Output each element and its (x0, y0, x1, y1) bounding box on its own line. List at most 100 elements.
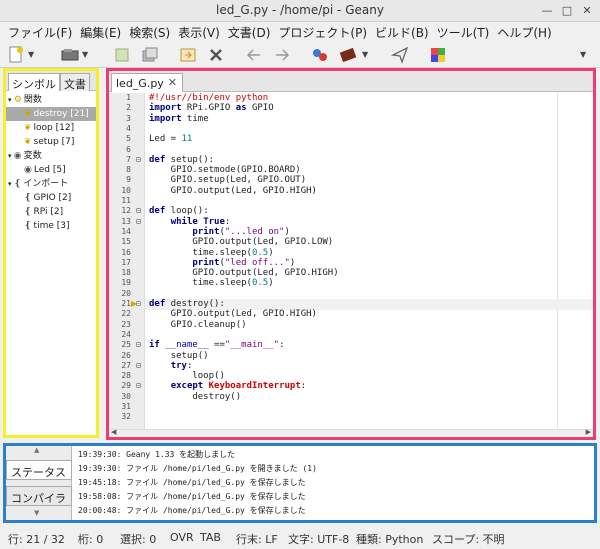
tree-item[interactable]: ❴ GPIO [2] (6, 191, 96, 205)
line-number: 19 (121, 278, 131, 288)
import-icon: ❴ (24, 193, 32, 203)
line-number-gutter: 1 2 3 4 5 6 7 ⊟ 8 9 10 11 12 ⊟ 13 ⊟ 14 15 16 17 18 19 20 21 ⊟ 22 2… (109, 93, 145, 429)
tree-item[interactable]: ❦ setup [7] (6, 135, 96, 149)
tree-item[interactable]: ❦ destroy [21] (6, 107, 96, 121)
menu-item-3[interactable]: 表示(V) (178, 22, 220, 41)
code-line: #!/usr//bin/env python (149, 93, 269, 103)
compile-icon[interactable] (310, 45, 330, 65)
new-dropdown-icon[interactable]: ▼ (28, 45, 48, 65)
line-number: 13 (121, 216, 131, 226)
tab-status[interactable]: ステータス (6, 460, 72, 480)
code-line: except KeyboardInterrupt: (170, 381, 307, 392)
tab-close-icon[interactable]: ✕ (168, 76, 177, 89)
save-icon[interactable] (112, 45, 132, 65)
horizontal-scrollbar[interactable]: ◀ ▶ (109, 428, 593, 437)
menu-item-4[interactable]: 文書(D) (228, 22, 271, 41)
toolbar-overflow-icon[interactable]: ▼ (580, 45, 600, 65)
status-bar: 行: 21 / 32 桁: 0 選択: 0 OVR TAB 行末: LF 文字:… (0, 526, 600, 549)
maximize-icon[interactable]: □ (560, 4, 574, 18)
build-icon[interactable] (338, 45, 358, 65)
code-line: loop() (149, 371, 225, 382)
menu-item-1[interactable]: 編集(E) (80, 22, 121, 41)
menu-item-5[interactable]: プロジェクト(P) (278, 22, 367, 41)
file-tab[interactable]: led_G.py ✕ (111, 73, 183, 92)
import-group-icon: ❴ (13, 179, 22, 189)
import-icon: ❴ (24, 221, 32, 231)
tree-item[interactable]: ◉ Led [5] (6, 163, 96, 177)
save-all-icon[interactable] (140, 45, 160, 65)
open-file-icon[interactable] (60, 45, 80, 65)
code-line: import RPi.GPIO as GPIO (149, 103, 274, 114)
line-number: 26 (121, 350, 131, 360)
tree-item[interactable]: ▾ ❴ インポート (6, 177, 96, 191)
log-line: 19:45:18: ファイル /home/pi/led_G.py を保存しました (78, 478, 306, 487)
tab-documents[interactable]: 文書 (60, 73, 90, 91)
menu-item-6[interactable]: ビルド(B) (375, 22, 429, 41)
code-area[interactable]: #!/usr//bin/env python import RPi.GPIO as… (145, 93, 593, 429)
revert-icon[interactable] (178, 45, 198, 65)
menu-bar: ファイル(F) 編集(E) 検索(S) 表示(V) 文書(D) プロジェクト(P) ビルド(… (0, 22, 600, 42)
fold-marker-icon[interactable]: ⊟ (136, 361, 144, 371)
code-line: import time (149, 113, 209, 124)
file-tab-label: led_G.py (116, 77, 164, 90)
new-file-icon[interactable] (6, 45, 26, 65)
line-number: 12 (121, 206, 131, 216)
code-line: def setup(): (149, 154, 215, 165)
code-line: GPIO.setup(Led, GPIO.OUT) (149, 175, 307, 186)
log-line: 19:39:30: ファイル /home/pi/led_G.py を開きました … (78, 464, 317, 473)
menu-item-0[interactable]: ファイル(F) (8, 22, 72, 41)
function-group-icon: ⚙ (13, 95, 22, 105)
status-log: 19:39:30: Geany 1.33 を起動しました 19:39:30: ファ… (78, 448, 588, 518)
line-number: 7 (126, 154, 131, 164)
tab-symbols[interactable]: シンボル (8, 73, 60, 91)
tree-item[interactable]: ❦ loop [12] (6, 121, 96, 135)
line-number: 8 (126, 165, 131, 175)
expander-icon[interactable]: ▾ (8, 96, 14, 104)
line-number: 25 (121, 340, 131, 350)
toolbar: ▼ ▼ ▼ ▼ (0, 42, 600, 68)
open-dropdown-icon[interactable]: ▼ (82, 45, 102, 65)
fold-marker-icon[interactable]: ⊟ (136, 381, 144, 391)
forward-arrow-icon[interactable] (272, 45, 292, 65)
tree-item[interactable]: ▾ ⚙ 関数 (6, 93, 96, 107)
code-line: GPIO.setmode(GPIO.BOARD) (149, 165, 301, 176)
expander-icon[interactable]: ▾ (8, 152, 14, 160)
log-line: 19:58:08: ファイル /home/pi/led_G.py を保存しました (78, 492, 306, 501)
tree-item-label: time [3] (33, 221, 70, 231)
line-number: 15 (121, 237, 131, 247)
expander-icon[interactable]: ▾ (8, 180, 14, 188)
scroll-left-icon[interactable]: ◀ (111, 428, 116, 436)
fold-marker-icon[interactable]: ⊟ (136, 340, 144, 350)
close-window-icon[interactable]: ✕ (580, 4, 594, 18)
tree-item[interactable]: ❴ time [3] (6, 219, 96, 233)
line-number: 29 (121, 381, 131, 391)
color-chooser-icon[interactable] (428, 45, 448, 65)
line-number: 14 (121, 226, 131, 236)
status-ovr: OVR (170, 531, 194, 544)
fold-marker-icon[interactable]: ⊟ (136, 206, 144, 216)
tab-scroll-down-icon[interactable]: ▼ (34, 509, 39, 517)
variable-group-icon: ◉ (13, 151, 22, 161)
import-icon: ❴ (24, 207, 32, 217)
fold-marker-icon[interactable]: ⊟ (136, 155, 144, 165)
line-number: 21 (121, 299, 131, 308)
tab-scroll-up-icon[interactable]: ▲ (34, 446, 39, 454)
file-tab-bar: led_G.py ✕ (109, 71, 593, 92)
line-number: 10 (121, 185, 131, 195)
close-file-icon[interactable] (206, 45, 226, 65)
tab-compiler[interactable]: コンパイラ (6, 486, 72, 506)
execute-icon[interactable] (390, 45, 410, 65)
back-arrow-icon[interactable] (244, 45, 264, 65)
fold-marker-icon[interactable]: ⊟ (136, 217, 144, 227)
menu-item-7[interactable]: ツール(T) (437, 22, 490, 41)
minimize-icon[interactable]: — (540, 4, 554, 18)
symbol-sidebar: シンボル 文書 ▾ ⚙ 関数 ❦ destroy [21] ❦ loop [12] ❦ set… (3, 68, 99, 438)
menu-item-2[interactable]: 検索(S) (129, 22, 170, 41)
code-line: if __name__ =="__main__": (149, 340, 285, 351)
fold-marker-icon[interactable]: ⊟ (136, 299, 144, 309)
scroll-right-icon[interactable]: ▶ (586, 428, 591, 436)
build-dropdown-icon[interactable]: ▼ (362, 45, 382, 65)
tree-item[interactable]: ▾ ◉ 変数 (6, 149, 96, 163)
menu-item-8[interactable]: ヘルプ(H) (497, 22, 551, 41)
tree-item[interactable]: ❴ RPi [2] (6, 205, 96, 219)
